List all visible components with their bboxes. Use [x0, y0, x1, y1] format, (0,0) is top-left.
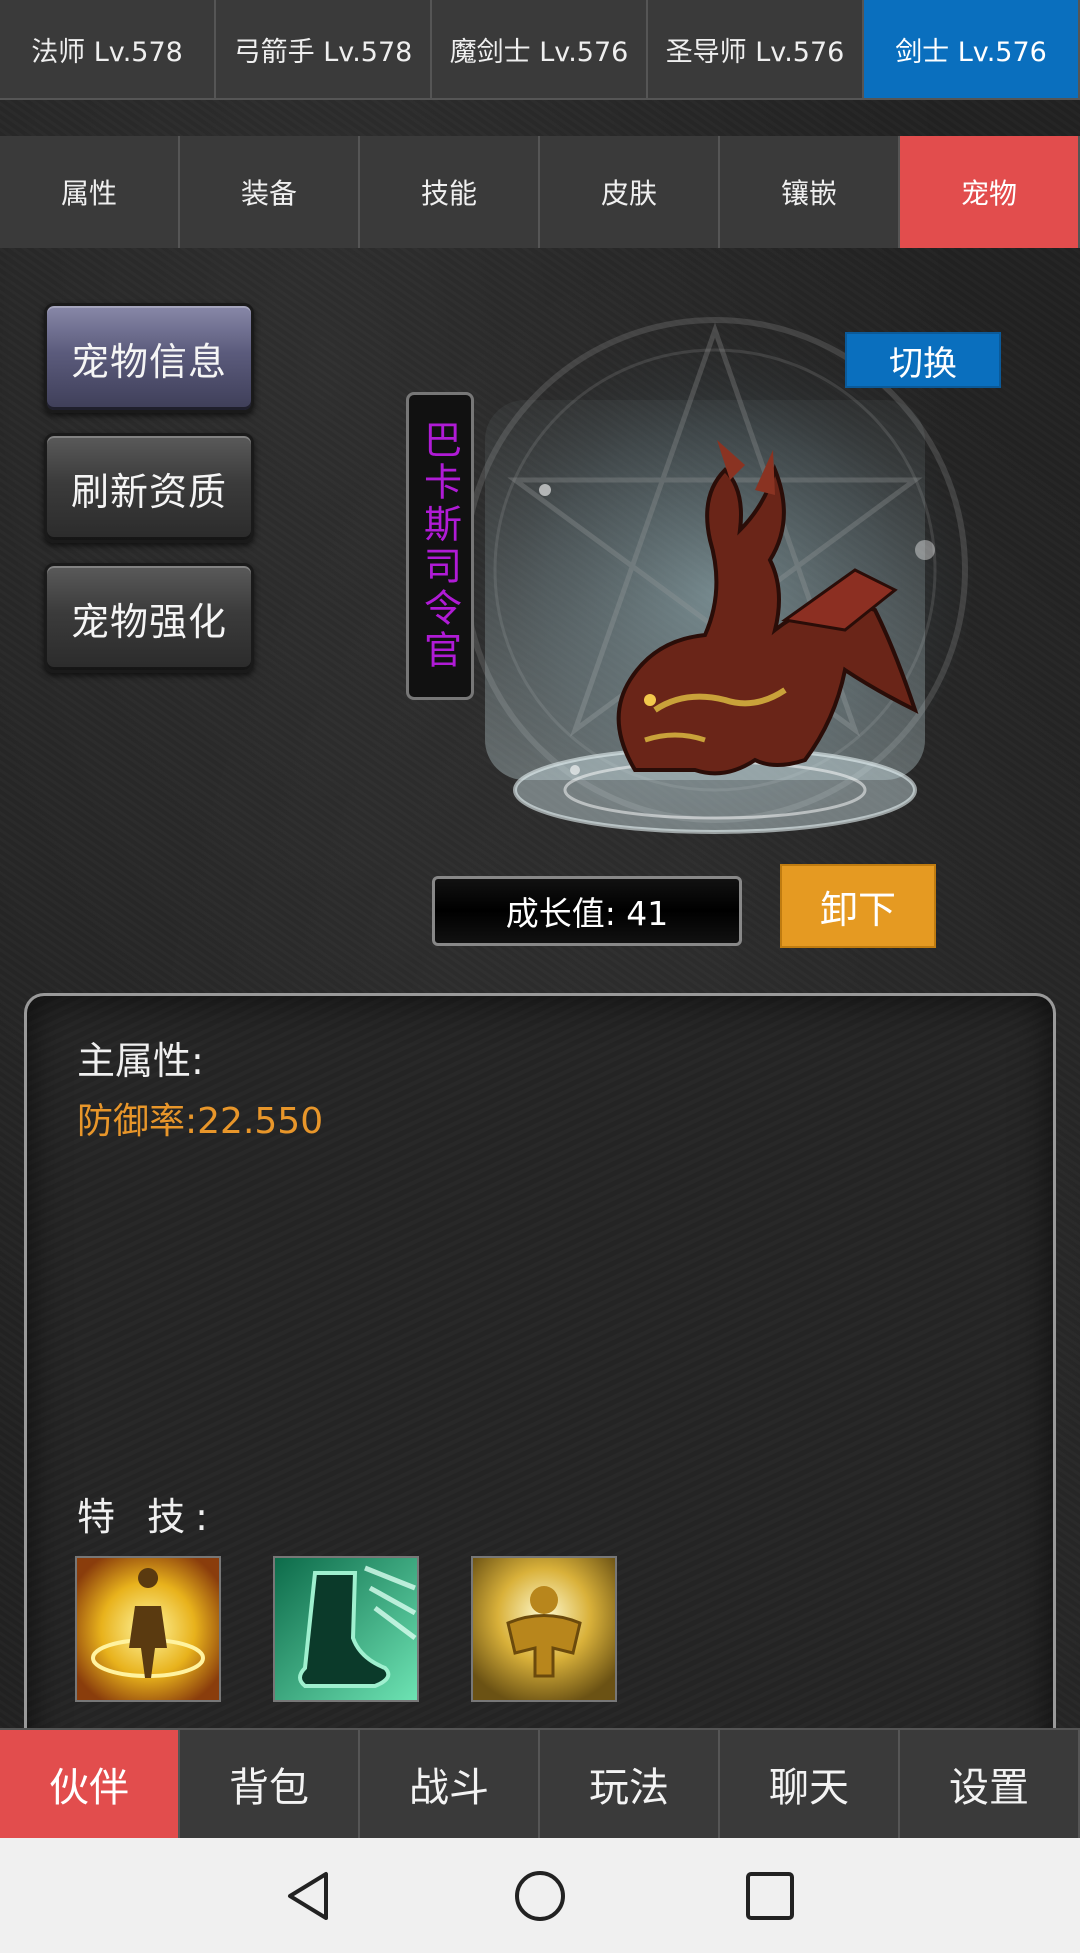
nav-partner[interactable]: 伙伴 [0, 1728, 180, 1838]
tab-attributes[interactable]: 属性 [0, 136, 180, 248]
home-circle-icon[interactable] [512, 1868, 568, 1924]
tab-pet[interactable]: 宠物 [900, 136, 1080, 248]
tab-equipment[interactable]: 装备 [180, 136, 360, 248]
switch-button[interactable]: 切换 [845, 332, 1001, 388]
bottom-navigation: 伙伴 背包 战斗 玩法 聊天 设置 [0, 1728, 1080, 1838]
tab-character-archer[interactable]: 弓箭手 Lv.578 [216, 0, 432, 100]
unload-button[interactable]: 卸下 [780, 864, 936, 948]
nav-battle[interactable]: 战斗 [360, 1728, 540, 1838]
tab-skills[interactable]: 技能 [360, 136, 540, 248]
tab-skins[interactable]: 皮肤 [540, 136, 720, 248]
section-tabs: 属性 装备 技能 皮肤 镶嵌 宠物 [0, 136, 1080, 248]
special-skills-label: 特 技: [77, 1495, 218, 1539]
main-attribute-label: 主属性: [77, 1039, 204, 1083]
growth-value: 成长值: 41 [432, 876, 742, 946]
nav-settings[interactable]: 设置 [900, 1728, 1080, 1838]
recents-square-icon[interactable] [742, 1868, 798, 1924]
nav-backpack[interactable]: 背包 [180, 1728, 360, 1838]
pet-name-plate: 巴卡斯司令官 [406, 392, 474, 700]
tab-character-swordsman[interactable]: 剑士 Lv.576 [864, 0, 1080, 100]
tab-inlay[interactable]: 镶嵌 [720, 136, 900, 248]
pet-info-panel: 主属性: 防御率:22.550 特 技: [24, 993, 1056, 1840]
defense-rate-value: 防御率:22.550 [77, 1101, 324, 1142]
green-boot-skill-icon[interactable] [273, 1556, 419, 1702]
pet-info-button[interactable]: 宠物信息 [44, 303, 254, 413]
tab-character-mage[interactable]: 法师 Lv.578 [0, 0, 216, 100]
refresh-aptitude-button[interactable]: 刷新资质 [44, 433, 254, 543]
golden-warrior-skill-icon[interactable] [471, 1556, 617, 1702]
nav-gameplay[interactable]: 玩法 [540, 1728, 720, 1838]
nav-chat[interactable]: 聊天 [720, 1728, 900, 1838]
back-triangle-icon[interactable] [282, 1868, 338, 1924]
pet-enhance-button[interactable]: 宠物强化 [44, 563, 254, 673]
tab-character-saint-mentor[interactable]: 圣导师 Lv.576 [648, 0, 864, 100]
system-navigation-bar [0, 1838, 1080, 1953]
tab-character-magic-swordsman[interactable]: 魔剑士 Lv.576 [432, 0, 648, 100]
character-tabs: 法师 Lv.578 弓箭手 Lv.578 魔剑士 Lv.576 圣导师 Lv.5… [0, 0, 1080, 100]
golden-aura-skill-icon[interactable] [75, 1556, 221, 1702]
